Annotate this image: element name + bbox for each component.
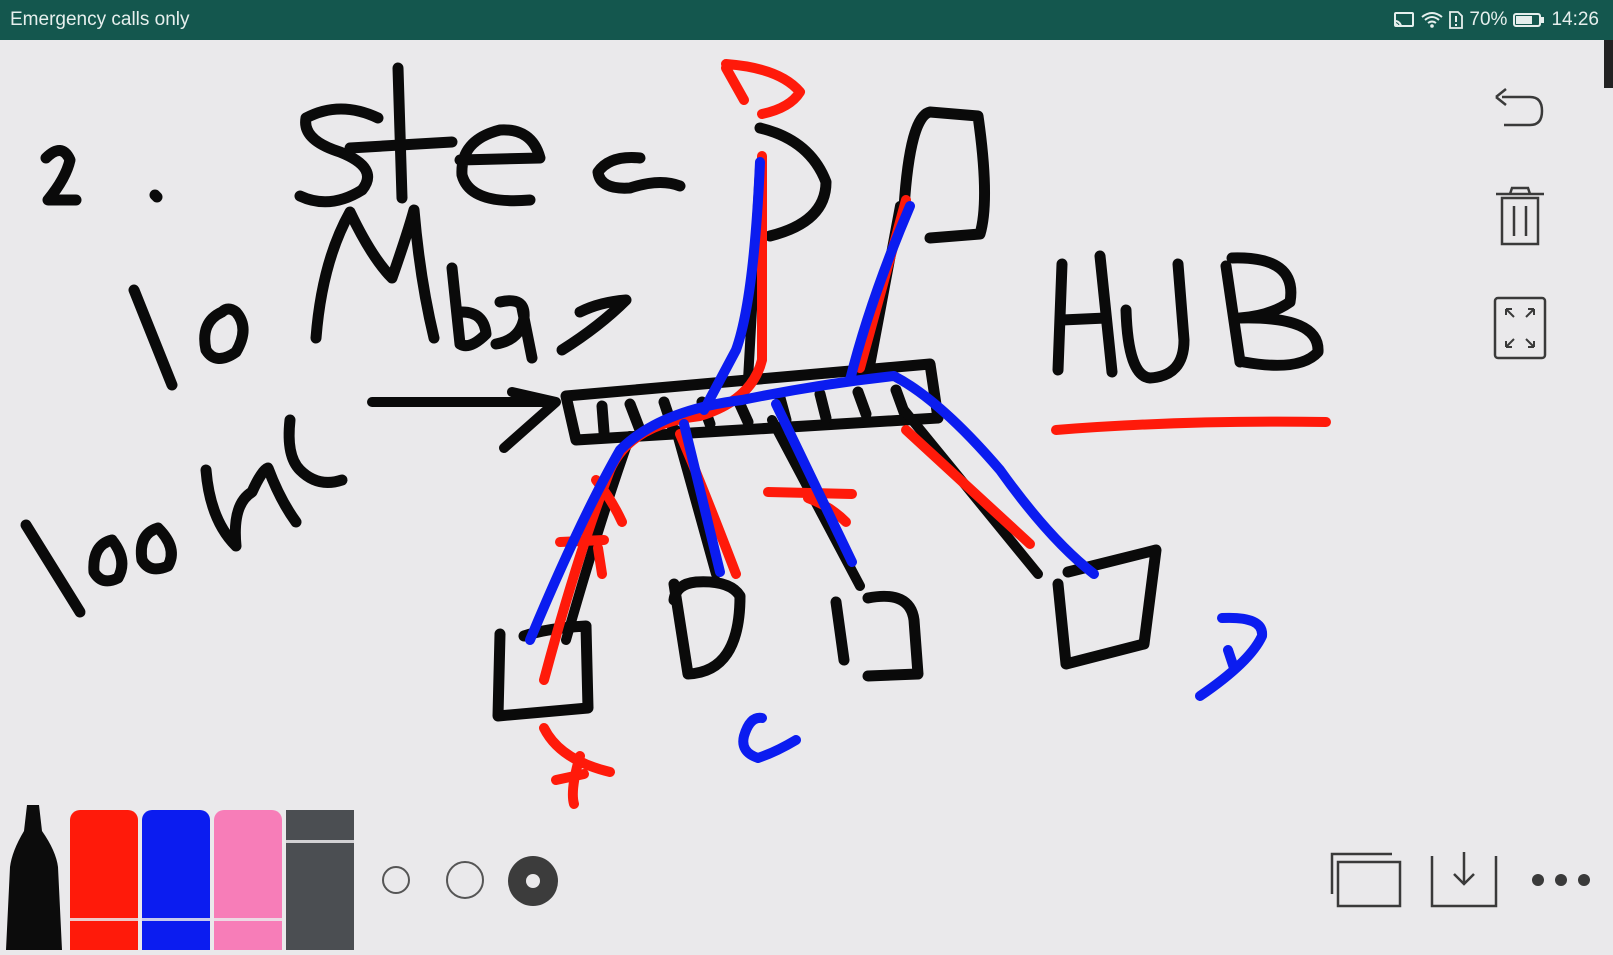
- stroke-size-small[interactable]: [382, 866, 410, 894]
- color-palette: [0, 805, 380, 950]
- battery-percent: 70%: [1469, 9, 1508, 30]
- color-swatch-pink[interactable]: [214, 810, 282, 950]
- selected-size-dot: [526, 874, 540, 888]
- swatch-band: [286, 840, 354, 843]
- undo-icon: [1490, 83, 1550, 138]
- color-swatch-red[interactable]: [70, 810, 138, 950]
- swatch-fill-pink: [214, 810, 282, 950]
- color-swatch-blue[interactable]: [142, 810, 210, 950]
- sim-alert-icon: [1449, 11, 1464, 29]
- undo-button[interactable]: [1488, 78, 1552, 142]
- ink-text-10mbps: [128, 204, 632, 391]
- save-button[interactable]: [1428, 850, 1500, 920]
- swatch-band: [142, 918, 210, 921]
- status-bar: Emergency calls only 70% 14:26: [0, 0, 1613, 40]
- delete-button[interactable]: [1488, 186, 1552, 250]
- swatch-band: [214, 918, 282, 921]
- swatch-fill-blue: [142, 810, 210, 950]
- cast-icon: [1393, 11, 1415, 29]
- expand-button[interactable]: [1488, 296, 1552, 362]
- trash-icon: [1490, 184, 1550, 253]
- ink-text-2-stea: [40, 62, 686, 208]
- clock: 14:26: [1551, 9, 1599, 30]
- swatch-fill-gray: [286, 810, 354, 950]
- carrier-text: Emergency calls only: [10, 9, 190, 30]
- status-icons: 70% 14:26: [1393, 9, 1599, 31]
- save-icon: [1428, 852, 1500, 914]
- ink-blue-strokes: [525, 157, 1267, 763]
- swatch-band: [70, 918, 138, 921]
- ink-text-hub: [1052, 250, 1324, 384]
- more-icon: [1530, 874, 1592, 914]
- marker-tool-button[interactable]: [0, 805, 70, 950]
- expand-icon: [1492, 295, 1548, 366]
- color-swatch-gray[interactable]: [286, 810, 354, 950]
- pages-button[interactable]: [1328, 850, 1404, 920]
- stroke-size-large[interactable]: [508, 856, 558, 906]
- ink-text-100ml: [20, 414, 348, 618]
- pages-icon: [1328, 852, 1404, 914]
- swatch-fill-red: [70, 810, 138, 950]
- wifi-icon: [1421, 11, 1444, 29]
- battery-icon: [1513, 12, 1545, 28]
- ink-arrow: [367, 387, 561, 453]
- stroke-size-medium[interactable]: [446, 861, 484, 899]
- more-button[interactable]: [1530, 850, 1592, 920]
- marker-icon: [0, 805, 70, 954]
